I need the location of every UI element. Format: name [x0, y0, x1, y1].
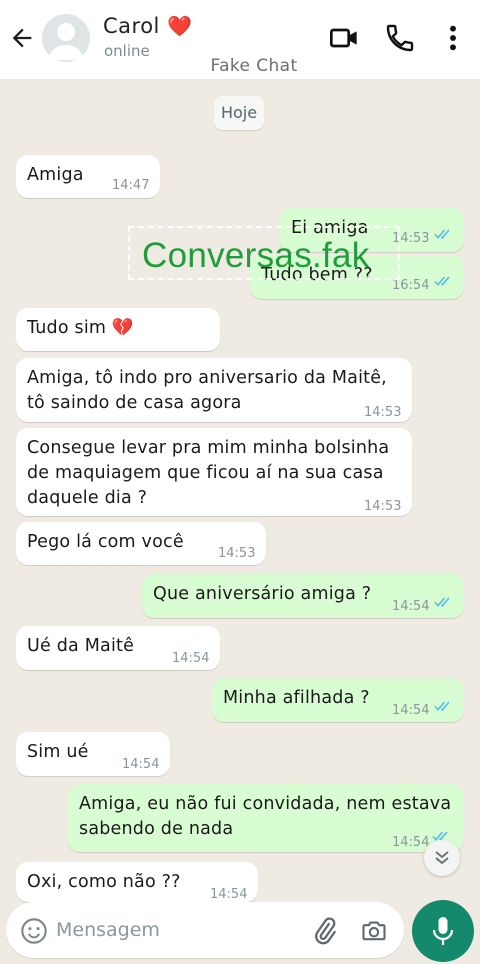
video-camera-icon[interactable] [328, 22, 360, 54]
message-time: 14:54 [172, 651, 210, 666]
message-text: Pego lá com você [27, 532, 184, 552]
message-composer [6, 902, 404, 958]
message-bubble-incoming[interactable]: Oxi, como não ?? 14:54 [16, 862, 258, 902]
message-bubble-incoming[interactable]: Pego lá com você 14:53 [16, 522, 266, 565]
message-time: 14:53 [218, 546, 256, 561]
message-bubble-outgoing[interactable]: Minha afilhada ? 14:54 [212, 678, 464, 722]
message-time: 14:53 [364, 405, 402, 420]
heart-emoji: ❤️ [167, 14, 193, 38]
message-bubble-incoming[interactable]: Amiga, tô indo pro aniversario da Maitê,… [16, 358, 412, 422]
message-time: 14:53 [364, 499, 402, 514]
double-check-icon [434, 701, 450, 711]
message-list[interactable]: Hoje Amiga 14:47 Ei amiga 14:53 Tudo bem… [0, 80, 480, 902]
message-bubble-incoming[interactable]: Consegue levar pra mim minha bolsinha de… [16, 428, 412, 516]
message-time: 14:54 [122, 757, 160, 772]
camera-icon[interactable] [359, 917, 389, 945]
message-text: Oxi, como não ?? [27, 872, 181, 892]
message-text: Sim ué [27, 742, 89, 762]
message-bubble-outgoing[interactable]: Que aniversário amiga ? 14:54 [142, 574, 464, 618]
more-vertical-icon[interactable] [437, 22, 469, 54]
default-avatar-icon [48, 23, 84, 60]
message-input[interactable] [56, 912, 296, 948]
header-subtitle: Fake Chat [210, 56, 298, 76]
double-chevron-down-icon [435, 851, 449, 865]
message-text: Amiga, tô indo pro aniversario da Maitê,… [27, 368, 387, 413]
message-text: Que aniversário amiga ? [153, 584, 372, 604]
paperclip-icon[interactable] [310, 916, 340, 946]
message-time: 14:53 [392, 231, 430, 246]
message-bubble-incoming[interactable]: Amiga 14:47 [16, 155, 160, 198]
message-bubble-outgoing[interactable]: Amiga, eu não fui convidada, nem estava … [68, 784, 464, 852]
phone-icon[interactable] [384, 22, 416, 54]
message-text: Ué da Maitê [27, 636, 135, 656]
message-time: 14:47 [112, 178, 150, 193]
watermark-text: Conversas.fak [142, 236, 370, 275]
scroll-to-bottom-button[interactable] [424, 840, 460, 876]
message-bubble-incoming[interactable]: Ué da Maitê 14:54 [16, 626, 220, 670]
message-bubble-incoming[interactable]: Tudo sim 💔 [16, 308, 220, 351]
message-text: Minha afilhada ? [223, 688, 370, 708]
message-text: Consegue levar pra mim minha bolsinha de… [27, 438, 390, 508]
double-check-icon [434, 229, 450, 239]
double-check-icon [434, 597, 450, 607]
message-text: Amiga [27, 165, 84, 185]
message-time: 16:54 [392, 278, 430, 293]
smiley-icon[interactable] [20, 917, 48, 945]
contact-name-text: Carol [103, 14, 160, 38]
double-check-icon [434, 276, 450, 286]
message-text: Tudo sim 💔 [27, 318, 134, 338]
microphone-button[interactable] [412, 900, 474, 962]
message-time: 14:54 [392, 599, 430, 614]
chat-header: Carol ❤️ online Fake Chat [0, 0, 480, 80]
message-time: 14:54 [392, 703, 430, 718]
contact-name[interactable]: Carol ❤️ [103, 14, 192, 38]
message-bubble-incoming[interactable]: Sim ué 14:54 [16, 732, 170, 776]
avatar[interactable] [42, 14, 90, 62]
arrow-left-icon[interactable] [8, 24, 36, 52]
microphone-icon [432, 917, 454, 945]
date-chip: Hoje [214, 96, 264, 130]
